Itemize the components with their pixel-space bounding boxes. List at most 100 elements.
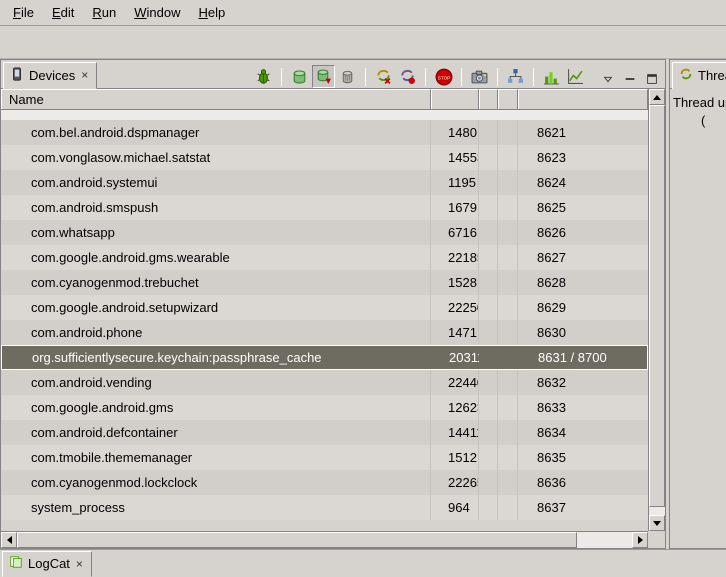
view-hierarchy-icon[interactable] [504, 65, 527, 88]
process-row[interactable]: com.android.phone14718630 [1, 320, 648, 345]
scroll-left-button[interactable] [1, 532, 17, 548]
scroll-down-button[interactable] [649, 515, 665, 531]
arrow-up-icon [653, 95, 661, 100]
process-name: com.android.vending [1, 370, 431, 395]
process-name: com.android.smspush [1, 195, 431, 220]
process-col3 [479, 270, 498, 295]
process-col4 [498, 145, 518, 170]
process-name: com.android.systemui [1, 170, 431, 195]
process-col4 [499, 346, 519, 369]
process-port: 8623 [518, 145, 648, 170]
process-row[interactable]: com.google.android.setupwizard222508629 [1, 295, 648, 320]
process-row[interactable]: com.android.systemui11958624 [1, 170, 648, 195]
process-port: 8634 [518, 420, 648, 445]
update-heap-icon[interactable] [288, 65, 311, 88]
horizontal-scrollbar-track[interactable] [577, 532, 632, 548]
column-header-2[interactable] [479, 89, 498, 109]
process-row[interactable]: com.google.android.gms126238633 [1, 395, 648, 420]
process-row[interactable]: com.vonglasow.michael.satstat145538623 [1, 145, 648, 170]
process-name: com.android.defcontainer [1, 420, 431, 445]
process-row[interactable]: com.tmobile.thememanager15128635 [1, 445, 648, 470]
toolbar-separator [281, 68, 282, 86]
column-header-3[interactable] [498, 89, 518, 109]
scrollbar-corner [648, 531, 665, 548]
process-col3 [479, 145, 498, 170]
process-col3 [479, 370, 498, 395]
update-threads-icon[interactable] [372, 65, 395, 88]
process-name: com.google.android.gms [1, 395, 431, 420]
process-name: org.sufficientlysecure.keychain:passphra… [2, 346, 432, 369]
main-area: Devices × STOP Name com.bel.android.dspm… [0, 59, 726, 549]
process-pid: 1679 [431, 195, 479, 220]
scroll-up-button[interactable] [649, 89, 665, 105]
process-col4 [498, 270, 518, 295]
column-header-4[interactable] [518, 89, 648, 109]
process-row[interactable]: com.bel.android.dspmanager14808621 [1, 120, 648, 145]
horizontal-scrollbar-thumb[interactable] [17, 532, 577, 548]
process-port: 8625 [518, 195, 648, 220]
view-menu-icon[interactable] [599, 70, 617, 88]
process-port: 8631 / 8700 [519, 346, 647, 369]
vertical-scrollbar-thumb[interactable] [649, 105, 665, 507]
menu-help[interactable]: Help [189, 2, 234, 23]
process-col4 [498, 195, 518, 220]
process-name: com.bel.android.dspmanager [1, 120, 431, 145]
vertical-scrollbar-track[interactable] [649, 507, 665, 515]
method-profiling-icon[interactable] [396, 65, 419, 88]
toolbar-separator [497, 68, 498, 86]
process-col4 [498, 470, 518, 495]
process-row[interactable]: com.cyanogenmod.trebuchet15288628 [1, 270, 648, 295]
process-row[interactable]: com.cyanogenmod.lockclock222658636 [1, 470, 648, 495]
tab-devices-label: Devices [29, 68, 75, 83]
menu-edit[interactable]: Edit [43, 2, 83, 23]
arrow-right-icon [638, 536, 643, 544]
process-col3 [479, 470, 498, 495]
process-pid: 1480 [431, 120, 479, 145]
sysinfo-graph-icon[interactable] [564, 65, 587, 88]
scrollbar-column [648, 89, 665, 548]
process-port: 8635 [518, 445, 648, 470]
scroll-right-button[interactable] [632, 532, 648, 548]
vertical-scrollbar[interactable] [648, 89, 665, 531]
tab-devices-close-icon[interactable]: × [80, 70, 89, 80]
arrow-left-icon [7, 536, 12, 544]
process-row[interactable]: com.whatsapp67168626 [1, 220, 648, 245]
device-icon [10, 67, 24, 84]
process-row[interactable]: system_process9648637 [1, 495, 648, 520]
threads-message: Thread up ( [670, 89, 726, 130]
toolbar-separator [461, 68, 462, 86]
network-stats-icon[interactable] [540, 65, 563, 88]
minimize-icon[interactable] [621, 70, 639, 88]
process-col4 [498, 320, 518, 345]
process-row[interactable]: org.sufficientlysecure.keychain:passphra… [1, 345, 648, 370]
process-pid: 14411 [431, 420, 479, 445]
logcat-icon [9, 555, 23, 572]
menu-window[interactable]: Window [125, 2, 189, 23]
process-row[interactable]: com.android.defcontainer14411 8634 [1, 420, 648, 445]
tab-devices[interactable]: Devices × [3, 62, 97, 89]
process-pid: 22265 [431, 470, 479, 495]
column-header-1[interactable] [431, 89, 479, 109]
maximize-icon[interactable] [643, 70, 661, 88]
devices-tabbar: Devices × STOP [1, 60, 665, 89]
process-port: 8627 [518, 245, 648, 270]
tab-logcat-close-icon[interactable]: × [75, 559, 84, 569]
process-pid: 12623 [431, 395, 479, 420]
horizontal-scrollbar[interactable] [1, 531, 648, 548]
cause-gc-icon[interactable] [336, 65, 359, 88]
menu-file[interactable]: File [4, 2, 43, 23]
column-header-name[interactable]: Name [1, 89, 431, 109]
dump-hprof-icon[interactable] [312, 65, 335, 88]
devices-toolbar: STOP [252, 65, 589, 88]
process-row[interactable]: com.android.smspush1679 8625 [1, 195, 648, 220]
tab-threads[interactable]: Threa [672, 62, 726, 89]
process-row[interactable]: com.google.android.gms.wearable221858627 [1, 245, 648, 270]
debug-process-icon[interactable] [252, 65, 275, 88]
screen-capture-icon[interactable] [468, 65, 491, 88]
menu-run[interactable]: Run [83, 2, 125, 23]
process-row[interactable]: com.android.vending224408632 [1, 370, 648, 395]
process-port: 8629 [518, 295, 648, 320]
stop-process-icon[interactable]: STOP [432, 65, 455, 88]
tab-logcat[interactable]: LogCat × [2, 551, 92, 577]
threads-tabbar: Threa [670, 60, 726, 89]
